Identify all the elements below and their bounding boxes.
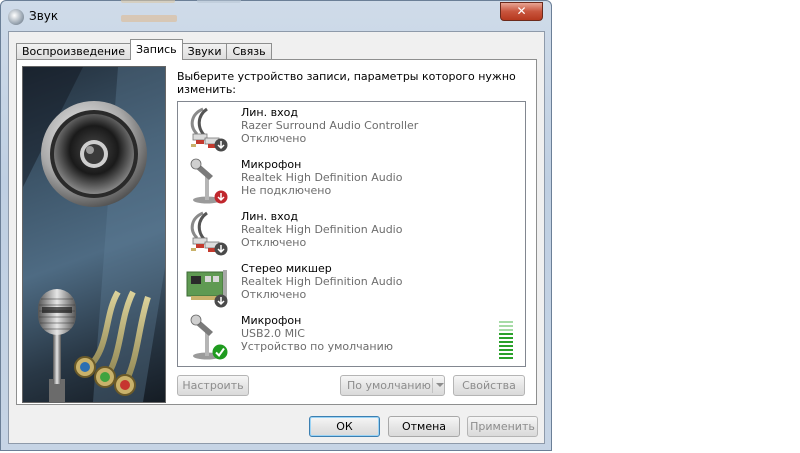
device-status: Отключено [241, 236, 307, 249]
configure-button[interactable]: Настроить [177, 375, 249, 396]
sound-dialog-window: Звук ✕ Воспроизведение Запись Звуки Связ… [0, 0, 552, 451]
disabled-arrow-icon [214, 138, 228, 152]
input-level-meter [499, 321, 513, 361]
level-meter-segment [499, 357, 513, 359]
default-check-icon [212, 344, 228, 360]
instruction-text: Выберите устройство записи, параметры ко… [177, 70, 516, 96]
level-meter-segment [499, 329, 513, 331]
cancel-button[interactable]: Отмена [388, 416, 460, 437]
level-meter-segment [499, 325, 513, 327]
recording-illustration [22, 66, 166, 403]
background-window-blur [197, 0, 241, 3]
background-window-blur [121, 0, 175, 3]
device-name: Лин. вход [241, 210, 298, 223]
set-default-label: По умолчанию [347, 379, 431, 392]
device-driver: Razer Surround Audio Controller [241, 119, 419, 132]
dialog-client-area: Воспроизведение Запись Звуки Связь Выбер… [8, 31, 545, 444]
device-name: Лин. вход [241, 106, 298, 119]
background-window-blur [121, 15, 177, 22]
list-item[interactable]: Лин. вход Razer Surround Audio Controlle… [178, 102, 525, 154]
tab-recording[interactable]: Запись [129, 39, 183, 60]
tab-communications[interactable]: Связь [226, 43, 272, 60]
device-driver: USB2.0 MIC [241, 327, 305, 340]
properties-button[interactable]: Свойства [453, 375, 525, 396]
title-bar[interactable]: Звук ✕ [1, 0, 551, 31]
level-meter-segment [499, 337, 513, 339]
disabled-arrow-icon [214, 294, 228, 308]
device-driver: Realtek High Definition Audio [241, 275, 403, 288]
unplugged-arrow-icon [214, 190, 228, 204]
window-title: Звук [29, 9, 59, 23]
close-button[interactable]: ✕ [500, 2, 543, 21]
device-name: Микрофон [241, 158, 302, 171]
list-item[interactable]: Микрофон USB2.0 MIC Устройство по умолча… [178, 310, 525, 362]
disabled-arrow-icon [214, 242, 228, 256]
split-separator [432, 378, 433, 393]
device-status: Устройство по умолчанию [241, 340, 394, 353]
device-status: Отключено [241, 132, 307, 145]
tab-playback[interactable]: Воспроизведение [16, 43, 131, 60]
speaker-app-icon [8, 9, 24, 25]
speaker-and-microphone-art [23, 67, 165, 402]
device-status: Не подключено [241, 184, 332, 197]
level-meter-segment [499, 321, 513, 323]
device-name: Микрофон [241, 314, 302, 327]
level-meter-segment [499, 349, 513, 351]
level-meter-segment [499, 341, 513, 343]
recording-device-list[interactable]: Лин. вход Razer Surround Audio Controlle… [177, 101, 526, 367]
tab-sounds[interactable]: Звуки [181, 43, 228, 60]
list-item[interactable]: Стерео микшер Realtek High Definition Au… [178, 258, 525, 310]
device-status: Отключено [241, 288, 307, 301]
level-meter-segment [499, 333, 513, 335]
tab-strip: Воспроизведение Запись Звуки Связь [16, 39, 272, 60]
list-item[interactable]: Микрофон Realtek High Definition Audio Н… [178, 154, 525, 206]
ok-button[interactable]: ОК [309, 416, 380, 437]
set-default-button[interactable]: По умолчанию [340, 375, 445, 396]
chevron-down-icon[interactable] [436, 383, 444, 387]
level-meter-segment [499, 345, 513, 347]
device-driver: Realtek High Definition Audio [241, 223, 403, 236]
recording-tab-panel: Выберите устройство записи, параметры ко… [16, 59, 537, 405]
list-item[interactable]: Лин. вход Realtek High Definition Audio … [178, 206, 525, 258]
level-meter-segment [499, 353, 513, 355]
device-name: Стерео микшер [241, 262, 332, 275]
apply-button[interactable]: Применить [467, 416, 538, 437]
device-driver: Realtek High Definition Audio [241, 171, 403, 184]
